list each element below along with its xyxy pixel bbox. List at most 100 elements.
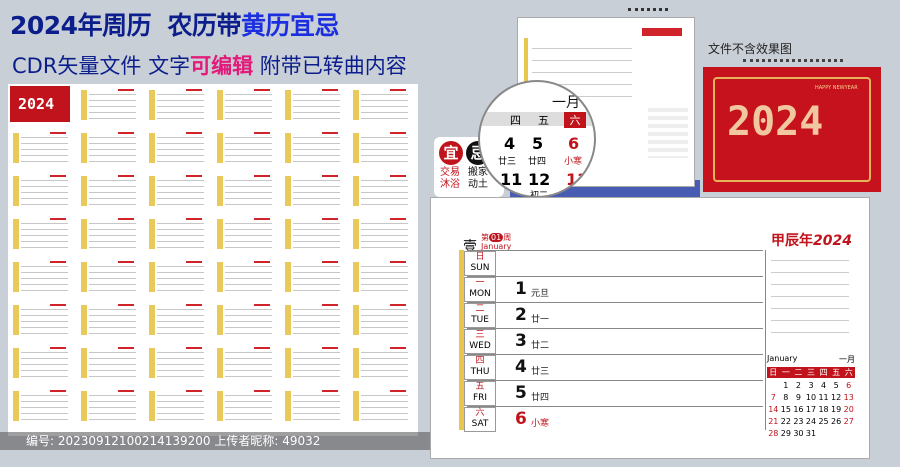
thumb-page: [282, 387, 344, 425]
day-number: 3: [515, 331, 527, 351]
main-week-page: 壹 第 01 周 January 甲辰年2024 日 SUN 一 MON 1 元旦二 TUE 2 廿…: [430, 197, 870, 459]
thumb-page: [78, 129, 140, 167]
mini-cal-head: 六: [842, 367, 855, 378]
thumb-page: [78, 387, 140, 425]
mini-cal-day: [830, 429, 843, 438]
mini-cal-title-cn: 一月: [839, 355, 855, 364]
thumb-page: [146, 86, 208, 124]
zoom-wd-0: 四: [510, 114, 521, 127]
weekday-en: WED: [469, 341, 491, 351]
red-cover-year: 2024: [727, 99, 824, 145]
mini-cal-day: 1: [783, 381, 789, 390]
thumb-page: [10, 387, 72, 425]
thumb-page: [350, 344, 412, 382]
thumb-page: [10, 215, 72, 253]
divider: [765, 250, 766, 430]
yi-icon: 宜: [439, 141, 463, 165]
headline-part1: 2024年周历: [10, 11, 152, 40]
yi-items: 交易 沐浴: [440, 167, 460, 190]
mini-cal-day: 4: [821, 381, 827, 390]
thumb-page: [10, 129, 72, 167]
weekday-box: 二 TUE: [464, 303, 496, 328]
week-row: [467, 380, 763, 406]
lunar-day: 廿三: [531, 367, 550, 377]
zoom-month: 一月: [552, 95, 580, 111]
thumb-page: [282, 215, 344, 253]
thumb-page: [214, 344, 276, 382]
mini-cal-head: 四: [817, 367, 830, 378]
mini-cal-day: 7: [770, 393, 776, 402]
subline-part3: 附带已转曲内容: [253, 54, 407, 78]
mini-cal-day: 8: [783, 393, 789, 402]
mini-cal-head: 一: [779, 367, 793, 378]
thumb-page: [146, 215, 208, 253]
day-number: 5: [515, 383, 527, 403]
mini-cal-day: 22: [780, 417, 791, 426]
zoom-lunar-1: 廿四: [528, 157, 547, 167]
mini-cal-day: 15: [780, 405, 791, 414]
week-suffix: 周: [503, 233, 512, 242]
mini-cal-head: 三: [804, 367, 818, 378]
week-row: [467, 328, 763, 354]
thumb-page: [146, 301, 208, 339]
mini-cal-day: 13: [843, 393, 854, 402]
thumb-page: [10, 344, 72, 382]
mini-cal-day: 2: [795, 381, 801, 390]
day-number: 6: [515, 409, 527, 429]
mini-cal-head: 二: [792, 367, 805, 378]
thumb-page: [350, 172, 412, 210]
mini-cal-day: 31: [805, 429, 817, 438]
headline-part2: 农历带: [167, 11, 242, 40]
weekday-en: MON: [469, 289, 491, 299]
thumb-page: [214, 258, 276, 296]
mini-cal-day: 19: [831, 405, 842, 414]
mini-cal-day: 24: [805, 417, 817, 426]
mini-cal-day: 17: [805, 405, 817, 414]
sheet-cover-thumb: 2024: [10, 86, 70, 122]
weekday-en: SAT: [471, 419, 489, 429]
sheet-cover-year: 2024: [18, 95, 55, 113]
ring-binding: [628, 8, 668, 22]
mini-cal-day: 23: [793, 417, 804, 426]
zoom-next-2: 13: [566, 170, 589, 189]
thumb-page: [214, 129, 276, 167]
subline: CDR矢量文件 文字可编辑 附带已转曲内容: [12, 50, 407, 80]
thumb-page: [146, 129, 208, 167]
thumb-page: [146, 172, 208, 210]
mini-cal-day: 30: [793, 429, 804, 438]
zoom-next-0: 11: [500, 170, 523, 189]
mini-cal-title-en: January: [767, 354, 798, 363]
thumb-page: [10, 258, 72, 296]
red-cover-rings: [743, 59, 843, 71]
week-number: 01: [489, 233, 504, 242]
red-cover-greeting: HAPPY NEWYEAR: [815, 85, 858, 91]
thumb-page: [146, 387, 208, 425]
small-lines: [532, 48, 632, 49]
thumb-page: [282, 172, 344, 210]
thumb-page: [350, 301, 412, 339]
week-row: [467, 354, 763, 380]
weekday-box: 六 SAT: [464, 407, 496, 432]
weekday-box: 五 FRI: [464, 381, 496, 406]
mini-cal-day: [817, 429, 830, 438]
thumb-page: [78, 344, 140, 382]
thumb-page: [78, 172, 140, 210]
thumb-page: [78, 215, 140, 253]
zoom-wd-1: 五: [538, 114, 549, 127]
brand: 甲辰年2024: [771, 230, 852, 250]
mini-cal-day: [767, 381, 780, 390]
thumb-page: [350, 129, 412, 167]
brand-text: 甲辰年: [771, 233, 813, 249]
thumb-page: [214, 86, 276, 124]
thumb-page: [214, 387, 276, 425]
mini-cal-title: January 一月: [767, 354, 855, 365]
week-prefix: 第: [481, 233, 489, 242]
weekday-cn: 二: [475, 304, 485, 314]
mini-cal-day: 29: [780, 429, 791, 438]
mini-cal-day: 12: [831, 393, 842, 402]
thumb-page: [78, 301, 140, 339]
lunar-day: 元旦: [531, 289, 550, 299]
thumb-page: [214, 215, 276, 253]
weekday-cn: 五: [475, 382, 485, 392]
small-brand: [642, 28, 682, 36]
